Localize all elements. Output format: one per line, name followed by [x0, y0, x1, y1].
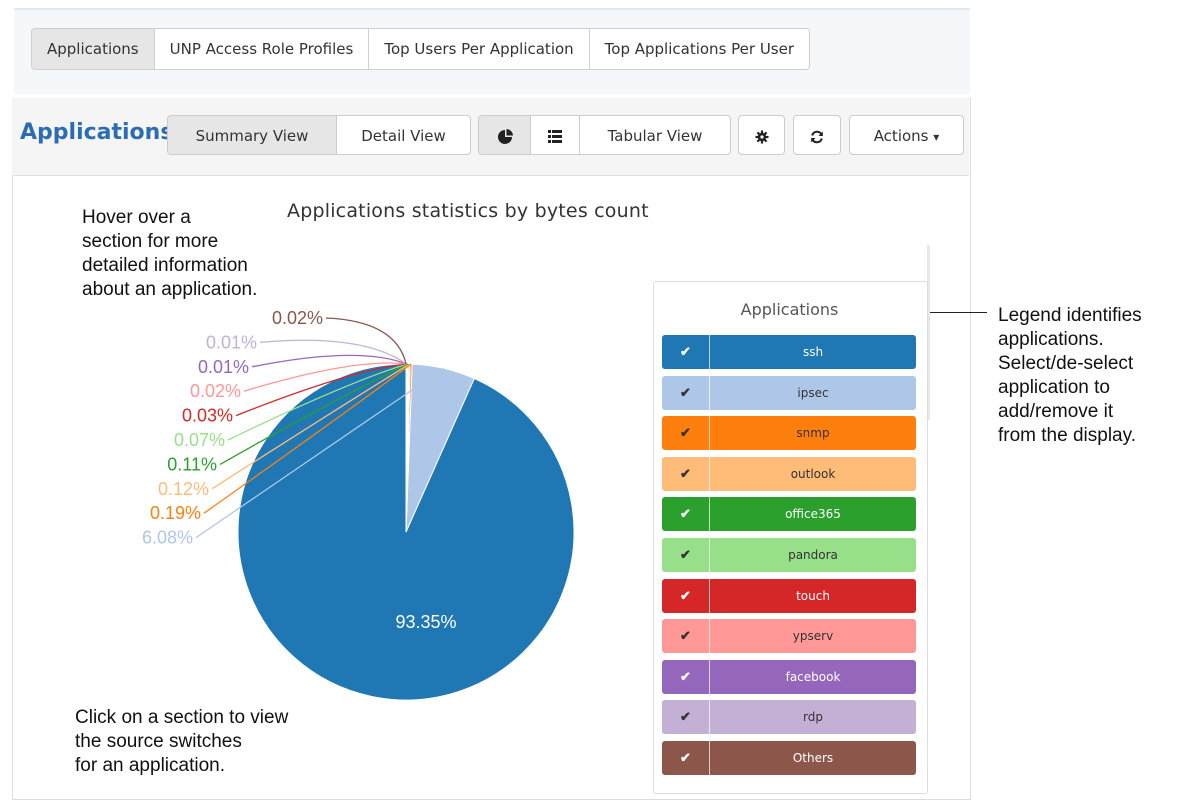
pie-label-touch: 0.03% [182, 406, 233, 426]
legend-item-label: facebook [710, 670, 916, 684]
legend-title: Applications [653, 300, 926, 319]
check-icon[interactable]: ✔ [662, 660, 710, 694]
legend-item-ipsec[interactable]: ✔ipsec [662, 376, 916, 410]
pie-label-ypserv: 0.02% [190, 381, 241, 401]
legend-item-label: Others [710, 751, 916, 765]
legend-item-pandora[interactable]: ✔pandora [662, 538, 916, 572]
pie-leader-rdp [260, 340, 406, 364]
check-icon[interactable]: ✔ [662, 538, 710, 572]
legend-item-ssh[interactable]: ✔ssh [662, 335, 916, 369]
legend-item-outlook[interactable]: ✔outlook [662, 457, 916, 491]
check-icon[interactable]: ✔ [662, 741, 710, 775]
check-icon[interactable]: ✔ [662, 376, 710, 410]
legend-item-touch[interactable]: ✔touch [662, 579, 916, 613]
legend-item-label: outlook [710, 467, 916, 481]
check-icon[interactable]: ✔ [662, 416, 710, 450]
legend-item-snmp[interactable]: ✔snmp [662, 416, 916, 450]
pie-label-pandora: 0.07% [174, 430, 225, 450]
pie-label-outlook: 0.12% [158, 479, 209, 499]
legend-item-label: pandora [710, 548, 916, 562]
pie-label-rdp: 0.01% [206, 332, 257, 352]
pie-label-snmp: 0.19% [150, 503, 201, 523]
legend-item-office365[interactable]: ✔office365 [662, 497, 916, 531]
legend-item-ypserv[interactable]: ✔ypserv [662, 619, 916, 653]
check-icon[interactable]: ✔ [662, 579, 710, 613]
annotation-pointer-line [923, 312, 987, 313]
legend-item-facebook[interactable]: ✔facebook [662, 660, 916, 694]
legend-item-label: ssh [710, 345, 916, 359]
legend-item-others[interactable]: ✔Others [662, 741, 916, 775]
pie-label-facebook: 0.01% [198, 357, 249, 377]
legend-item-label: ypserv [710, 629, 916, 643]
click-annotation: Click on a section to view the source sw… [75, 706, 288, 778]
check-icon[interactable]: ✔ [662, 619, 710, 653]
check-icon[interactable]: ✔ [662, 497, 710, 531]
check-icon[interactable]: ✔ [662, 700, 710, 734]
legend-item-label: office365 [710, 507, 916, 521]
pie-label-office365: 0.11% [167, 454, 217, 474]
pie-label-ssh: 93.35% [395, 612, 456, 632]
legend-item-label: ipsec [710, 386, 916, 400]
legend-item-label: snmp [710, 426, 916, 440]
hover-annotation: Hover over a section for more detailed i… [82, 206, 257, 302]
legend-annotation: Legend identifies applications. Select/d… [998, 304, 1142, 448]
legend-item-rdp[interactable]: ✔rdp [662, 700, 916, 734]
check-icon[interactable]: ✔ [662, 335, 710, 369]
pie-label-others: 0.02% [272, 308, 323, 328]
legend-item-label: touch [710, 589, 916, 603]
pie-label-ipsec: 6.08% [142, 528, 193, 548]
check-icon[interactable]: ✔ [662, 457, 710, 491]
legend-item-label: rdp [710, 710, 916, 724]
